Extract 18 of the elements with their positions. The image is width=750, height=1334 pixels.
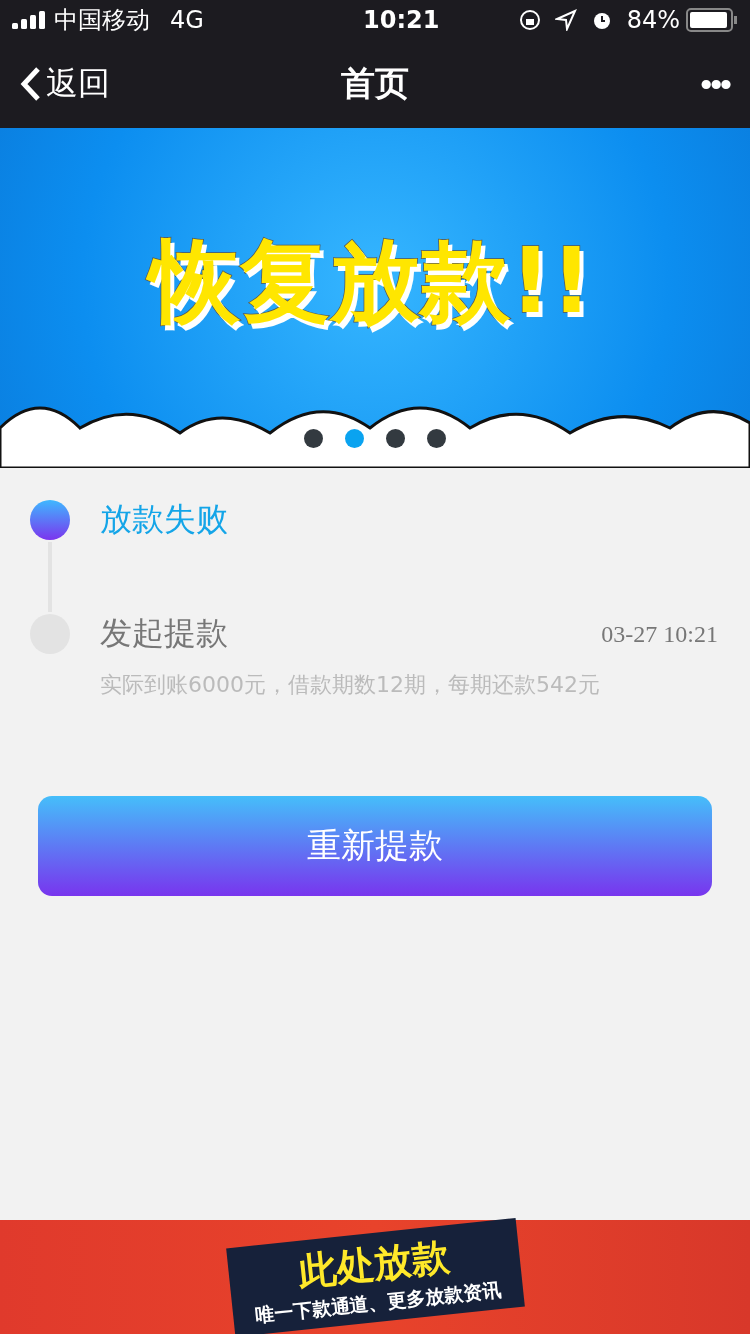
location-arrow-icon bbox=[554, 9, 577, 31]
orientation-lock-icon bbox=[518, 9, 541, 31]
step-title: 发起提款 bbox=[100, 613, 229, 654]
withdraw-again-button[interactable]: 重新提款 bbox=[38, 796, 712, 896]
page-title: 首页 bbox=[341, 62, 409, 105]
battery-icon bbox=[686, 8, 738, 32]
step-time: 03-27 10:21 bbox=[601, 620, 718, 648]
signal-icon bbox=[12, 11, 48, 29]
more-button[interactable]: ••• bbox=[700, 64, 730, 104]
step-title: 放款失败 bbox=[100, 499, 229, 540]
ad-banner[interactable]: 此处放款 唯一下款通道、更多放款资讯 bbox=[0, 1220, 750, 1334]
clock-time: 10:21 bbox=[363, 6, 440, 34]
banner-headline: 恢复放款!! bbox=[137, 213, 613, 353]
carrier-label: 中国移动 bbox=[54, 5, 150, 36]
back-link[interactable]: 返回 bbox=[20, 62, 110, 106]
chevron-left-icon bbox=[20, 66, 42, 102]
battery-percent: 84% bbox=[626, 6, 680, 34]
network-label: 4G bbox=[170, 6, 204, 34]
